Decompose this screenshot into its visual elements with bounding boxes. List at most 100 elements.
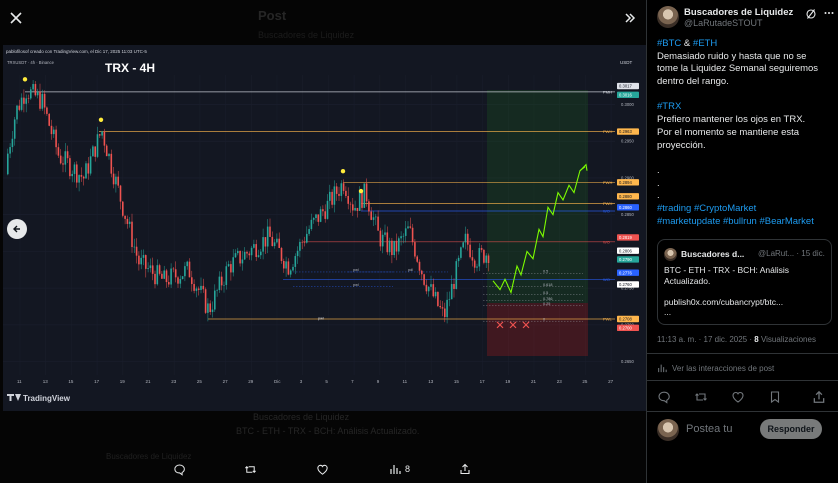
post-time[interactable]: 11:13 a. m. · 17 dic. 2025 (657, 335, 747, 344)
collapse-panel-button[interactable] (616, 4, 644, 32)
post-author[interactable]: Buscadores de Liquidez @LaRutadeSTOUT (657, 6, 835, 32)
hashtag-link[interactable]: #BTC (657, 38, 681, 49)
x-tick-label: 21 (146, 379, 152, 384)
candle-body (248, 253, 251, 256)
x-tick-label: 11 (403, 379, 408, 384)
candle-body (455, 261, 458, 289)
candle-body (485, 255, 487, 263)
repost-icon[interactable] (694, 390, 708, 404)
candle-body (124, 215, 126, 219)
post-views-count: 8 (754, 335, 759, 344)
candle-body (283, 260, 285, 269)
hashtag-link[interactable]: #marketupdate (657, 216, 720, 227)
post-text-segment: . (657, 164, 660, 176)
candle-body (16, 105, 18, 120)
quoted-post[interactable]: Buscadores d... @LaRut... · 15 dic. BTC … (657, 239, 832, 325)
hashtag-link[interactable]: #BearMarket (759, 216, 813, 227)
hashtag-link[interactable]: #TRX (657, 101, 681, 112)
x-tick-label: 19 (505, 379, 511, 384)
quote-text-line: BTC - ETH - TRX - BCH: Análisis (664, 265, 789, 275)
candle-body (108, 153, 110, 157)
candle-body (7, 153, 9, 175)
quote-link[interactable]: publish0x.com/cubancrypt/btc... (664, 297, 828, 308)
candle-body (195, 288, 198, 291)
hashtag-link[interactable]: #bullrun (723, 216, 757, 227)
candle-body (11, 138, 14, 148)
candle-body (402, 235, 405, 237)
level-label: WO (603, 277, 610, 282)
candle-body (370, 211, 372, 220)
post-text-line (657, 89, 833, 102)
candle-body (165, 270, 168, 283)
candle-body (156, 265, 159, 285)
grok-icon[interactable] (805, 8, 817, 20)
ghost-author: Buscadores de Liquidez (258, 30, 355, 40)
candle-body (329, 191, 331, 201)
post-text-line: . (657, 165, 833, 178)
price-tag-label: 0.3016 (619, 92, 632, 97)
hashtag-link[interactable]: #CryptoMarket (694, 203, 756, 214)
candle-body (404, 228, 407, 236)
candle-body (243, 251, 246, 260)
post-text: #BTC & #ETH Demasiado ruido y hasta que n… (657, 38, 833, 228)
marker-pin (22, 77, 28, 82)
candle-body (200, 285, 202, 290)
candle-body (149, 265, 152, 269)
candle-body (414, 242, 416, 257)
like-action[interactable] (316, 461, 329, 477)
repost-action[interactable] (244, 461, 257, 477)
candle-body (220, 276, 223, 286)
marker-pin (98, 117, 104, 122)
candle-body (170, 268, 172, 285)
candle-body (64, 151, 67, 165)
x-tick-label: 25 (197, 379, 203, 384)
candle-body (227, 264, 230, 267)
hashtag-link[interactable]: #trading (657, 203, 691, 214)
level-label: PMH (603, 89, 612, 94)
bookmark-icon[interactable] (768, 390, 782, 404)
reply-action[interactable] (173, 461, 186, 477)
more-options-icon[interactable] (823, 7, 835, 19)
candle-body (230, 264, 232, 273)
candle-body (421, 270, 423, 275)
post-text-segment: proyección. (657, 139, 706, 151)
reply-input[interactable]: Postea tu (686, 423, 732, 435)
share-action[interactable] (459, 461, 471, 477)
candle-body (34, 84, 37, 96)
share-icon[interactable] (812, 390, 826, 404)
candle-body (315, 214, 317, 219)
author-name[interactable]: Buscadores de Liquidez (684, 7, 793, 18)
views-action[interactable]: 8 (389, 461, 410, 477)
heart-icon[interactable] (731, 390, 745, 404)
candle-body (285, 261, 287, 269)
hashtag-link[interactable]: #ETH (693, 38, 717, 49)
post-text-segment: Prefiero mantener los ojos en TRX. (657, 114, 806, 126)
candle-body (349, 203, 352, 205)
author-handle[interactable]: @LaRutadeSTOUT (684, 18, 763, 28)
reply-button[interactable]: Responder (760, 419, 822, 439)
candle-body (117, 176, 119, 186)
close-button[interactable] (2, 4, 30, 32)
candle-body (411, 227, 414, 243)
previous-media-button[interactable] (7, 219, 27, 239)
view-interactions-link[interactable]: Ver las interacciones de post (657, 363, 774, 373)
candle-body (273, 242, 276, 247)
price-tag-label: 0.2760 (619, 282, 632, 287)
reply-icon[interactable] (657, 390, 671, 404)
author-avatar[interactable] (657, 6, 679, 28)
candle-body (483, 249, 485, 263)
media-actions-bar: 8 (0, 455, 646, 483)
candle-body (119, 185, 122, 202)
candle-body (69, 158, 71, 177)
level-label: PWH (603, 180, 612, 185)
candle-body (462, 242, 464, 248)
post-text-line: Demasiado ruido y hasta que no se (657, 51, 833, 64)
candle-body (18, 105, 21, 110)
candle-body (23, 97, 25, 104)
candle-body (32, 84, 34, 90)
post-text-segment: Por el momento se mantiene esta (657, 126, 800, 138)
y-tick-label: 0.2950 (621, 139, 634, 144)
candle-body (407, 226, 409, 229)
candle-body (423, 274, 425, 285)
x-tick-label: Dic (274, 379, 281, 384)
